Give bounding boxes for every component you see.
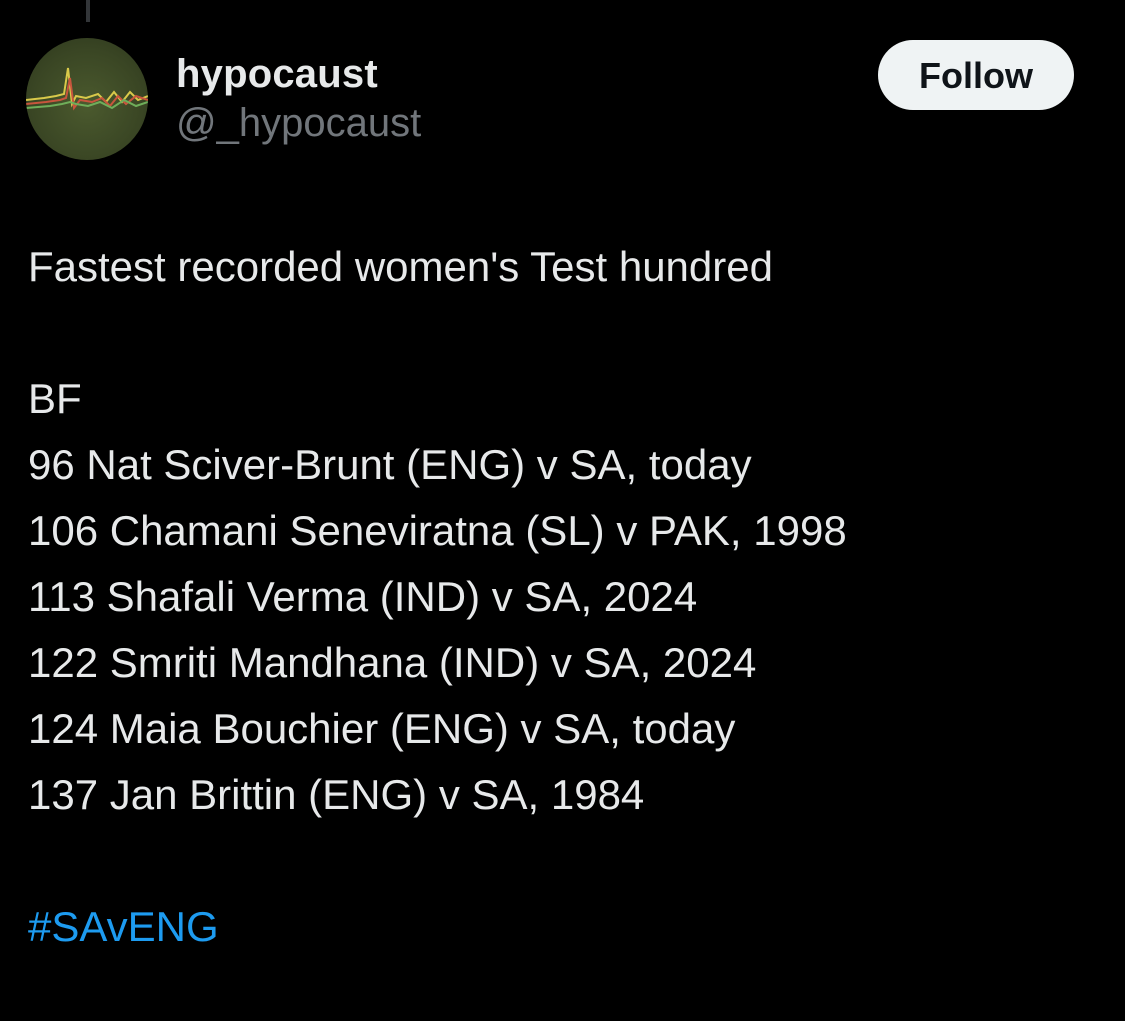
heart-rate-graph-icon — [26, 67, 148, 111]
user-info: hypocaust @_hypocaust — [176, 50, 421, 148]
tweet-headline: Fastest recorded women's Test hundred — [28, 243, 773, 290]
tweet-text: Fastest recorded women's Test hundred BF… — [28, 234, 1108, 960]
list-item: 113 Shafali Verma (IND) v SA, 2024 — [28, 573, 698, 620]
user-handle[interactable]: @_hypocaust — [176, 98, 421, 148]
follow-button[interactable]: Follow — [878, 40, 1074, 110]
list-header: BF — [28, 375, 82, 422]
list-item: 137 Jan Brittin (ENG) v SA, 1984 — [28, 771, 645, 818]
display-name[interactable]: hypocaust — [176, 50, 421, 98]
hashtag-link[interactable]: #SAvENG — [28, 894, 219, 960]
list-item: 106 Chamani Seneviratna (SL) v PAK, 1998 — [28, 507, 847, 554]
list-item: 124 Maia Bouchier (ENG) v SA, today — [28, 705, 736, 752]
list-item: 96 Nat Sciver-Brunt (ENG) v SA, today — [28, 441, 752, 488]
thread-connector-line — [86, 0, 90, 22]
list-item: 122 Smriti Mandhana (IND) v SA, 2024 — [28, 639, 757, 686]
avatar[interactable] — [26, 38, 148, 160]
